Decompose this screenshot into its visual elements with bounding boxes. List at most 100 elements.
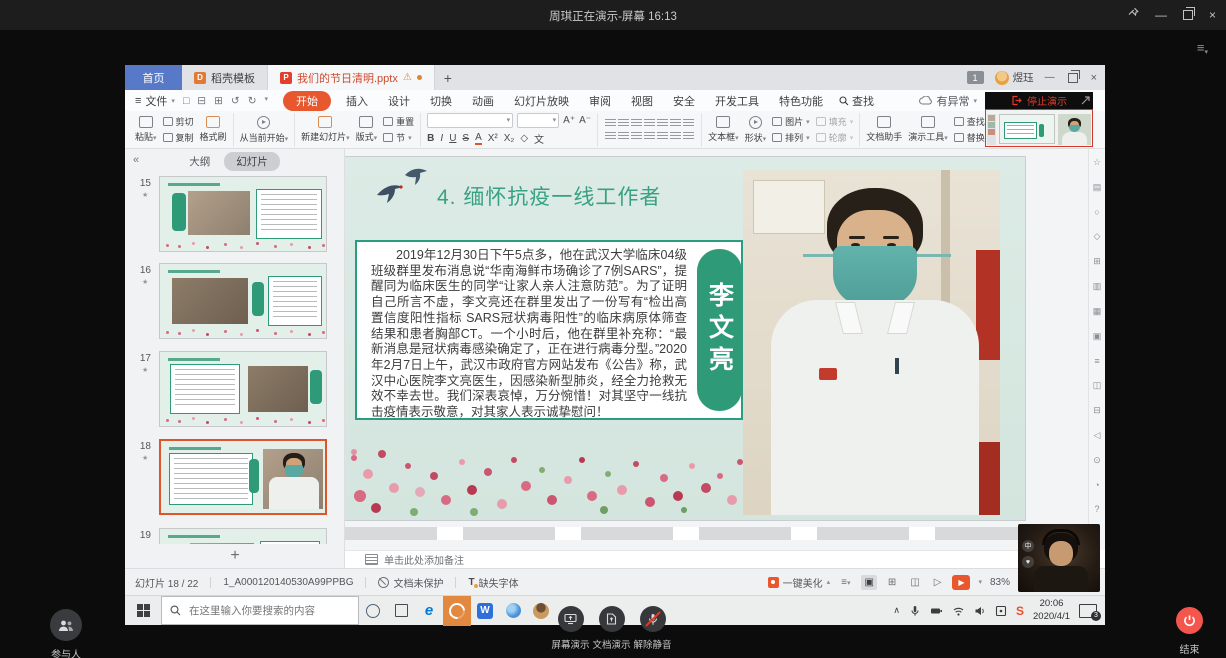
volume-icon[interactable] bbox=[974, 605, 986, 617]
justify-icon[interactable] bbox=[644, 132, 655, 141]
beautify-button[interactable]: 一键美化▴ bbox=[768, 575, 831, 590]
end-call-button[interactable] bbox=[1176, 607, 1203, 634]
wps-button[interactable]: W bbox=[471, 596, 499, 626]
missing-font-warning[interactable]: T缺失字体 bbox=[468, 575, 518, 590]
format-painter-button[interactable]: 格式刷 bbox=[200, 116, 227, 143]
outline-list-icon[interactable]: ≡ bbox=[1094, 356, 1099, 366]
tab-templates[interactable]: D 稻壳模板 bbox=[182, 65, 268, 90]
battery-icon[interactable] bbox=[930, 605, 943, 617]
copy-button[interactable]: 复制 bbox=[163, 131, 194, 144]
menu-tab-transition[interactable]: 切换 bbox=[420, 93, 462, 109]
notes-bar[interactable]: 单击此处添加备注 bbox=[345, 550, 1088, 568]
tab-home[interactable]: 首页 bbox=[125, 65, 182, 90]
restore-button[interactable] bbox=[1183, 10, 1193, 20]
clipboard-icon[interactable]: ▤ bbox=[1093, 182, 1102, 193]
align-right-icon[interactable] bbox=[631, 132, 642, 141]
font-family-select[interactable] bbox=[427, 113, 513, 128]
beautify-icon[interactable]: ◇ bbox=[1094, 231, 1101, 242]
add-slide-button[interactable]: + bbox=[125, 544, 345, 568]
quick-more-icon[interactable]: ▾ bbox=[265, 95, 269, 107]
sync-status[interactable]: 有异常▾ bbox=[919, 93, 977, 109]
wps-restore-button[interactable] bbox=[1068, 73, 1078, 83]
microphone-icon[interactable] bbox=[909, 605, 921, 617]
meeting-app-button[interactable] bbox=[443, 596, 471, 626]
record-icon[interactable]: ⊙ bbox=[1093, 455, 1101, 466]
wps-close-button[interactable]: × bbox=[1091, 72, 1097, 84]
taskbar-clock[interactable]: 20:062020/4/1 bbox=[1033, 598, 1070, 623]
bullets-icon[interactable] bbox=[605, 119, 616, 128]
font-shrink-button[interactable]: A⁻ bbox=[579, 115, 591, 126]
menu-tab-features[interactable]: 特色功能 bbox=[769, 93, 833, 109]
notification-icon[interactable]: 3 bbox=[1079, 604, 1097, 618]
output-icon[interactable]: ⊟ bbox=[197, 95, 206, 107]
split-view-icon[interactable]: ◫ bbox=[1093, 380, 1102, 391]
slideshow-play-button[interactable]: ▶ bbox=[952, 575, 970, 590]
thumbnail-18-selected[interactable]: 18★ bbox=[125, 439, 345, 519]
textbox-button[interactable]: 文本框▾ bbox=[708, 116, 739, 143]
expand-icon[interactable] bbox=[1081, 96, 1090, 108]
arrange-button[interactable]: 排列▾ bbox=[772, 131, 810, 144]
slide-layout-icon[interactable]: ⊞ bbox=[1093, 256, 1101, 267]
minimize-panel-icon[interactable]: ⊟ bbox=[1093, 405, 1101, 416]
grid-view-button[interactable]: ⊞ bbox=[885, 575, 899, 590]
tab-document[interactable]: P 我们的节日清明.pptx ⚠ bbox=[268, 65, 435, 90]
distribute-icon[interactable] bbox=[657, 132, 668, 141]
object-properties-icon[interactable]: ▣ bbox=[1093, 331, 1102, 342]
cut-button[interactable]: 剪切 bbox=[163, 115, 194, 128]
zoom-level[interactable]: 83% bbox=[990, 577, 1010, 588]
menu-tab-slideshow[interactable]: 幻灯片放映 bbox=[504, 93, 579, 109]
reset-button[interactable]: 重置 bbox=[383, 115, 414, 128]
screen-share-preview[interactable] bbox=[985, 109, 1093, 147]
menu-tab-animation[interactable]: 动画 bbox=[462, 93, 504, 109]
vertical-align-icon[interactable] bbox=[670, 132, 681, 141]
doc-share-button[interactable]: 文档演示 bbox=[591, 606, 632, 651]
chart-icon[interactable]: ▥ bbox=[1093, 281, 1102, 292]
current-slide[interactable]: 4. 缅怀抗疫一线工作者 2019年12月30日下午5点多，他在武汉大学临床04… bbox=[345, 157, 1025, 520]
menu-tab-devtools[interactable]: 开发工具 bbox=[705, 93, 769, 109]
layout-button[interactable]: 版式▾ bbox=[356, 116, 378, 143]
design-tools-icon[interactable]: ▦ bbox=[1093, 306, 1102, 317]
stop-presenting-bar[interactable]: 停止演示 bbox=[985, 92, 1093, 109]
task-view-button[interactable] bbox=[387, 596, 415, 626]
account-chip[interactable]: 煜珏 bbox=[995, 70, 1034, 85]
video-view-button[interactable]: ▷ bbox=[931, 575, 945, 590]
indent-increase-icon[interactable] bbox=[644, 119, 655, 128]
edge-button[interactable]: e bbox=[415, 596, 443, 626]
screen-share-button[interactable]: 屏幕演示 bbox=[550, 606, 591, 651]
thumbnail-17[interactable]: 17★ bbox=[125, 351, 345, 431]
wps-minimize-button[interactable]: — bbox=[1045, 72, 1055, 83]
present-tools-button[interactable]: 演示工具▾ bbox=[908, 116, 948, 143]
normal-view-button[interactable]: ▣ bbox=[861, 575, 876, 590]
align-left-icon[interactable] bbox=[605, 132, 616, 141]
webcam-video[interactable]: 中 ♥ bbox=[1018, 524, 1100, 592]
menu-tab-insert[interactable]: 插入 bbox=[336, 93, 378, 109]
menu-tab-view[interactable]: 视图 bbox=[621, 93, 663, 109]
print-icon[interactable]: ⊞ bbox=[214, 95, 223, 107]
tab-outline[interactable]: 大纲 bbox=[189, 154, 210, 169]
ime-icon[interactable] bbox=[995, 605, 1007, 617]
horizontal-scroll-strip[interactable] bbox=[345, 527, 1025, 540]
tab-slides[interactable]: 幻灯片 bbox=[224, 152, 280, 171]
start-button[interactable] bbox=[125, 596, 161, 626]
align-center-icon[interactable] bbox=[618, 132, 629, 141]
new-slide-button[interactable]: 新建幻灯片▾ bbox=[301, 116, 350, 143]
menu-find[interactable]: 查找 bbox=[839, 93, 874, 109]
numbering-icon[interactable] bbox=[618, 119, 629, 128]
menu-tab-design[interactable]: 设计 bbox=[378, 93, 420, 109]
participants-button[interactable] bbox=[50, 609, 82, 641]
picture-button[interactable]: 图片▾ bbox=[772, 115, 810, 128]
previous-icon[interactable]: ◁ bbox=[1094, 430, 1101, 441]
bold-button[interactable]: B bbox=[427, 133, 434, 144]
paste-button[interactable]: 粘贴▾ bbox=[135, 116, 157, 143]
wifi-icon[interactable] bbox=[952, 605, 965, 617]
strikethrough-button[interactable]: S bbox=[462, 133, 469, 144]
favorites-icon[interactable]: ☆ bbox=[1093, 157, 1101, 168]
superscript-button[interactable]: X² bbox=[488, 133, 498, 144]
thumbnail-15[interactable]: 15★ bbox=[125, 176, 345, 256]
cortana-button[interactable] bbox=[359, 596, 387, 626]
shapes-button[interactable]: 形状▾ bbox=[745, 116, 767, 144]
minimize-button[interactable]: — bbox=[1155, 9, 1167, 21]
section-button[interactable]: 节▾ bbox=[383, 131, 414, 144]
thum bnail-19[interactable]: 19★ bbox=[125, 528, 345, 544]
menu-tab-review[interactable]: 审阅 bbox=[579, 93, 621, 109]
